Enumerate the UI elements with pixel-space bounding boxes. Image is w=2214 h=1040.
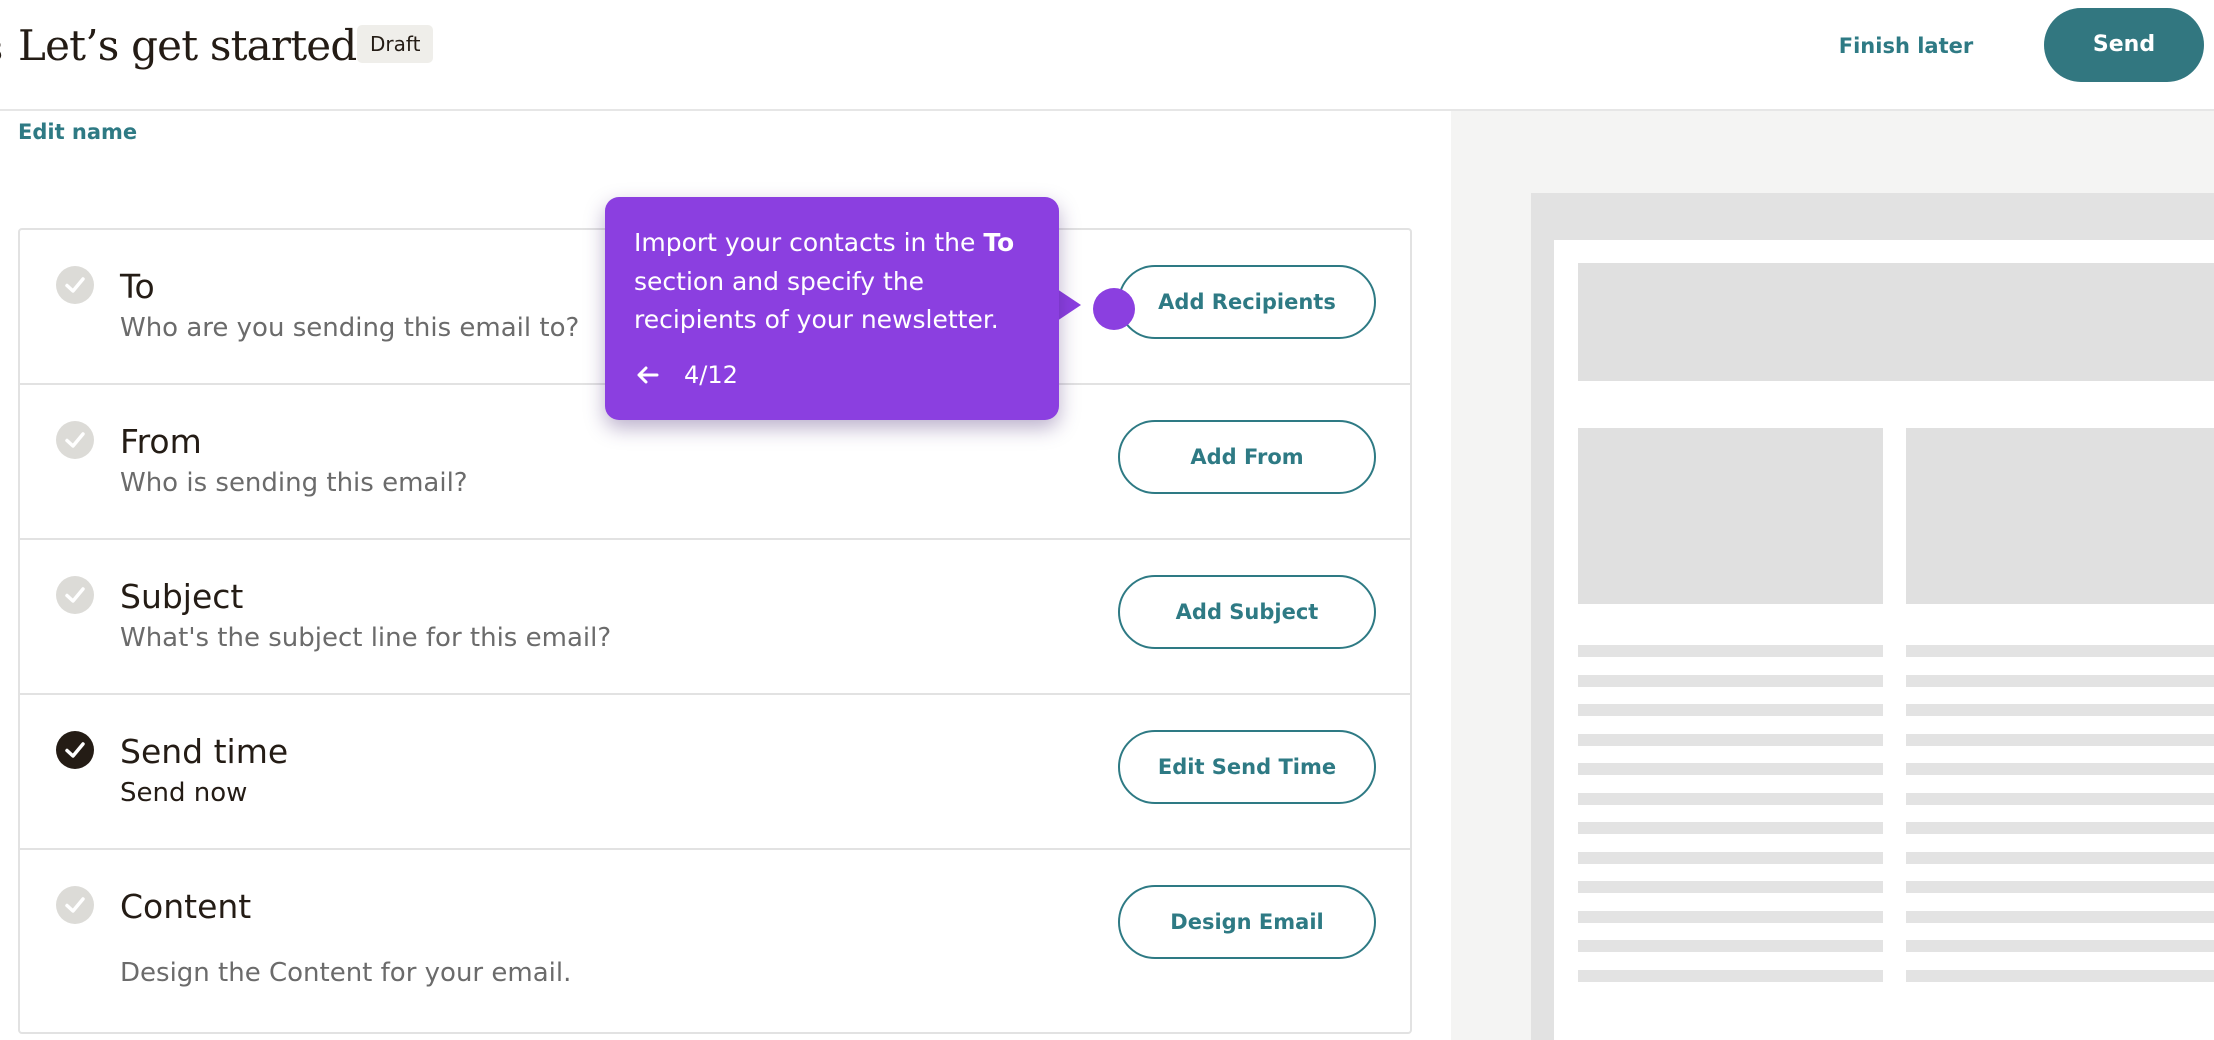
preview-text-line — [1578, 704, 1883, 716]
checklist-item-title: From — [120, 422, 202, 461]
edit-name-link[interactable]: Edit name — [18, 116, 137, 148]
preview-text-line — [1906, 851, 2214, 864]
preview-text-line — [1578, 733, 1883, 746]
preview-text-line — [1906, 674, 2214, 687]
preview-text-line — [1578, 940, 1883, 952]
preview-text-line — [1578, 822, 1883, 834]
preview-text-line — [1906, 940, 2214, 952]
finish-later-link[interactable]: Finish later — [1826, 26, 1986, 66]
preview-text-line — [1906, 645, 2214, 657]
preview-text-line — [1906, 704, 2214, 716]
status-badge: Draft — [357, 25, 434, 63]
preview-text-line — [1578, 969, 1883, 982]
logo-icon — [0, 42, 2, 59]
send-button[interactable]: Send — [2044, 8, 2204, 82]
checklist-item-title: To — [120, 267, 155, 306]
design-email-button[interactable]: Design Email — [1118, 885, 1376, 959]
tooltip-text: Import your contacts in the To section a… — [634, 228, 1015, 334]
checklist-item-send-time: Send time Send now Edit Send Time — [20, 695, 1410, 850]
page-title: Let’s get started! — [18, 21, 373, 70]
preview-text-line — [1906, 733, 2214, 746]
tooltip-arrow — [1057, 289, 1081, 321]
check-circle-icon — [56, 731, 94, 769]
tooltip-step-counter: 4/12 — [684, 361, 738, 389]
checklist-item-subtitle: Who is sending this email? — [120, 468, 468, 498]
arrow-left-icon[interactable] — [633, 358, 663, 392]
onboarding-tooltip: Import your contacts in the To section a… — [605, 197, 1059, 420]
checklist-item-subtitle: Who are you sending this email to? — [120, 313, 580, 343]
add-from-button[interactable]: Add From — [1118, 420, 1376, 494]
preview-text-line — [1906, 910, 2214, 923]
tooltip-text-emphasis: To — [983, 228, 1015, 257]
check-circle-icon — [56, 886, 94, 924]
check-circle-icon — [56, 421, 94, 459]
preview-text-line — [1906, 881, 2214, 893]
preview-image-placeholder — [1906, 428, 2214, 604]
checklist-item-title: Send time — [120, 732, 289, 771]
preview-text-line — [1578, 645, 1883, 657]
checklist-item-subtitle: Send now — [120, 778, 248, 808]
preview-text-line — [1578, 910, 1883, 923]
preview-image-placeholder — [1578, 428, 1883, 604]
add-subject-button[interactable]: Add Subject — [1118, 575, 1376, 649]
checklist-item-title: Content — [120, 887, 252, 926]
preview-text-line — [1906, 969, 2214, 982]
top-header: Let’s get started! Draft Finish later Se… — [0, 0, 2214, 111]
checklist-item-subtitle: What's the subject line for this email? — [120, 623, 612, 653]
edit-send-time-button[interactable]: Edit Send Time — [1118, 730, 1376, 804]
checklist-item-content: Content Design the Content for your emai… — [20, 850, 1410, 1032]
tour-hotspot[interactable] — [1093, 288, 1135, 330]
add-recipients-button[interactable]: Add Recipients — [1118, 265, 1376, 339]
preview-text-line — [1578, 792, 1883, 805]
checklist-item-title: Subject — [120, 577, 244, 616]
preview-text-line — [1578, 763, 1883, 775]
checklist-item-subject: Subject What's the subject line for this… — [20, 540, 1410, 695]
preview-text-line — [1578, 674, 1883, 687]
check-circle-icon — [56, 576, 94, 614]
check-circle-icon — [56, 266, 94, 304]
preview-text-line — [1906, 822, 2214, 834]
preview-header-placeholder — [1578, 263, 2214, 381]
preview-text-line — [1906, 763, 2214, 775]
preview-text-line — [1578, 851, 1883, 864]
preview-text-line — [1578, 881, 1883, 893]
checklist-item-subtitle: Design the Content for your email. — [120, 958, 572, 988]
preview-text-line — [1906, 792, 2214, 805]
